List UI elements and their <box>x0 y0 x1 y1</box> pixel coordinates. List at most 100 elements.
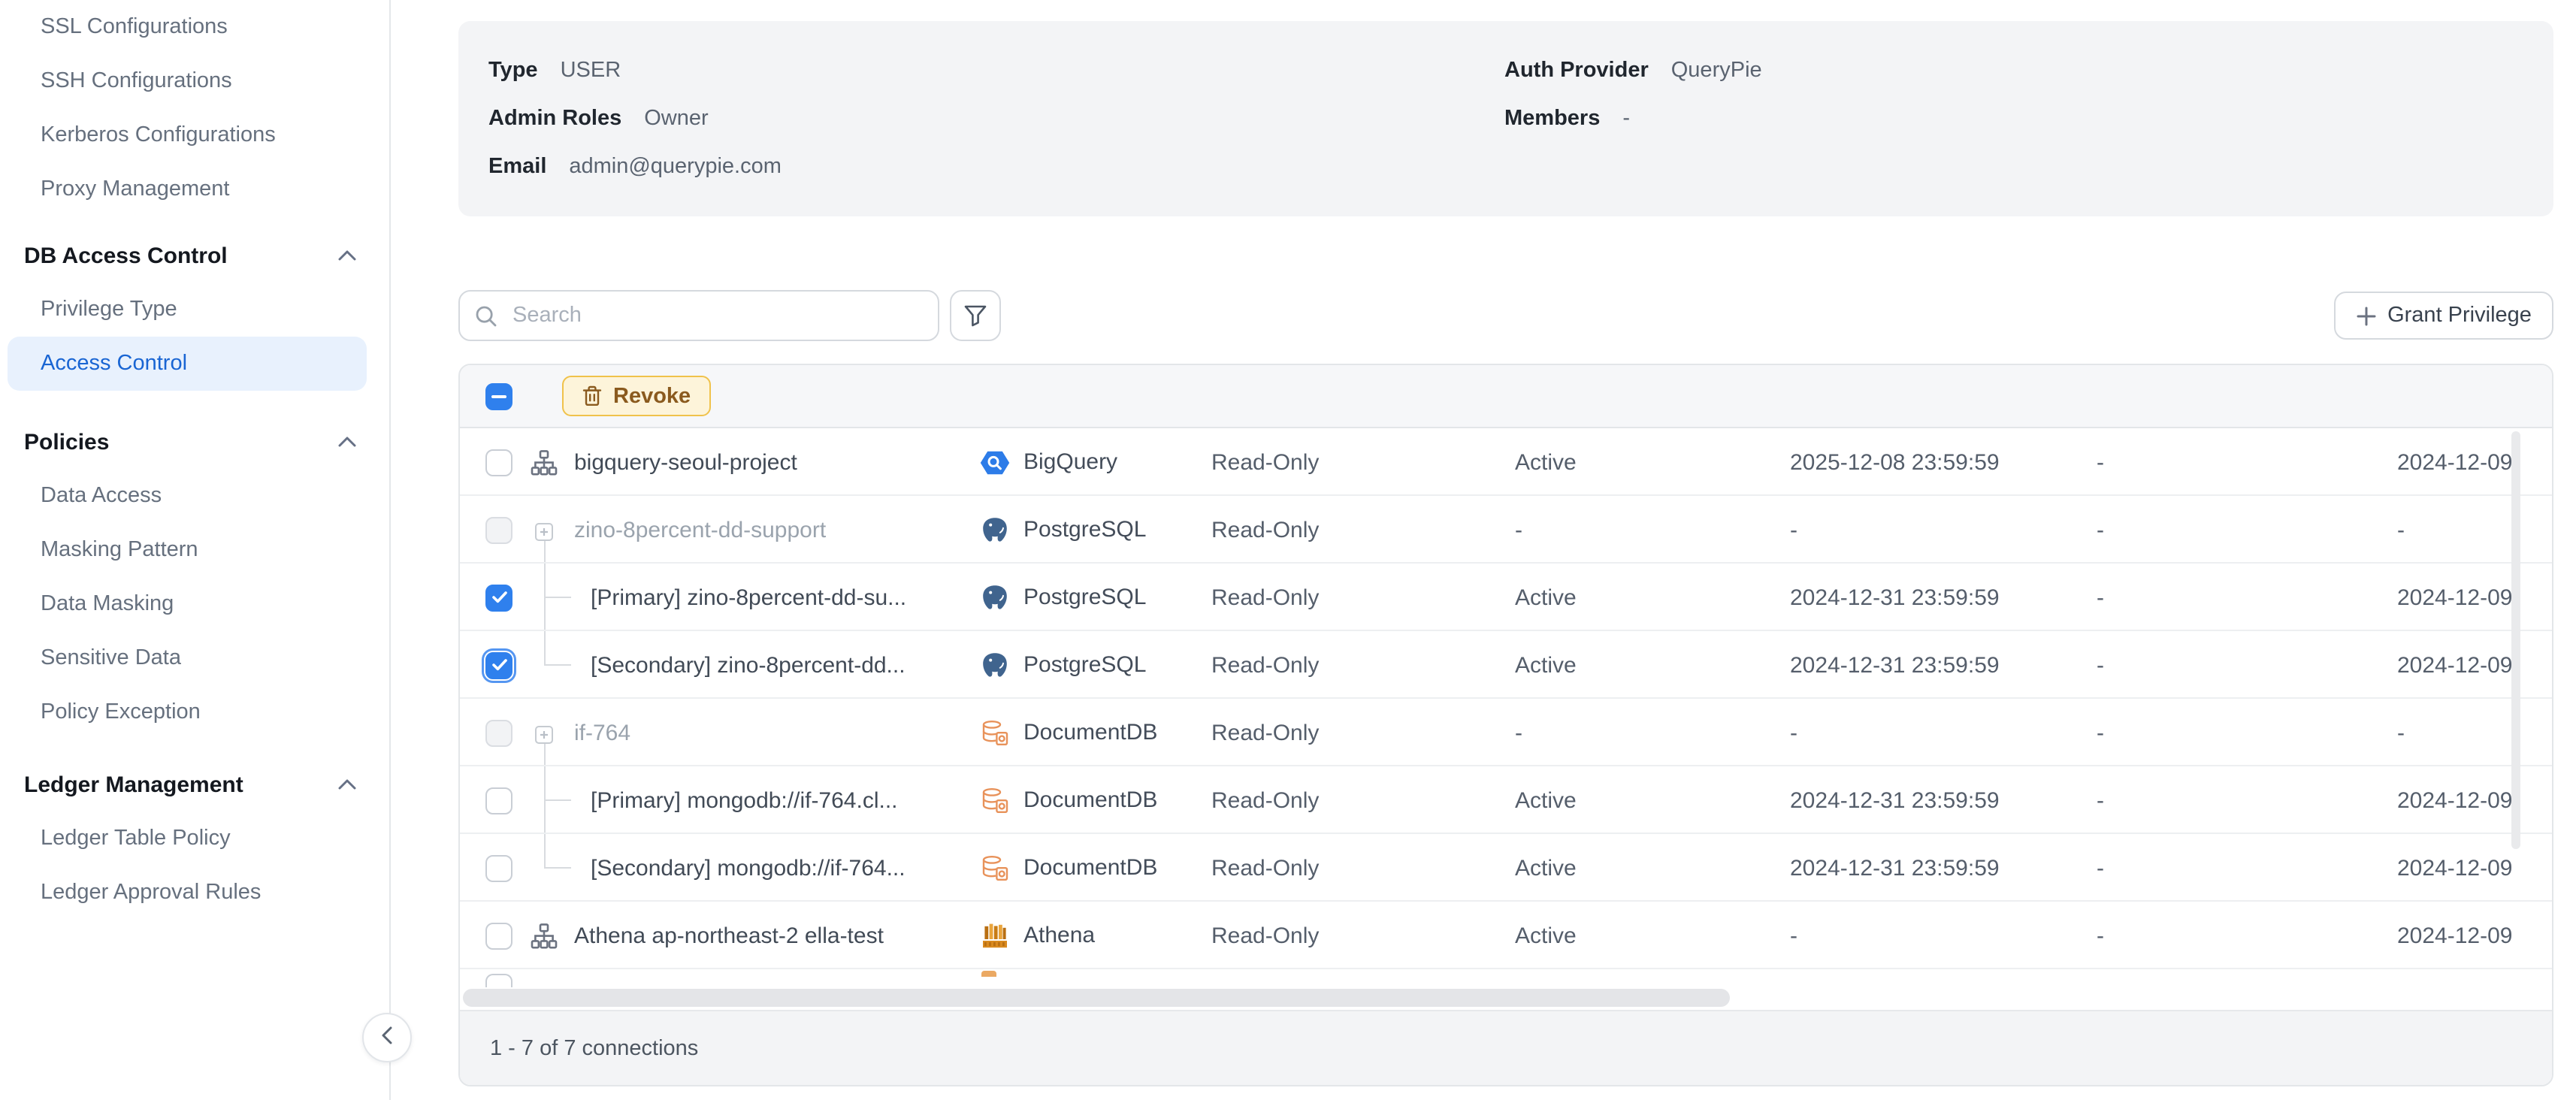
sidebar-item-access-control[interactable]: Access Control <box>8 337 367 391</box>
db-type-label: PostgreSQL <box>1023 652 1146 678</box>
db-type-label: DocumentDB <box>1023 787 1157 813</box>
valid-until: - <box>1790 517 1797 542</box>
sidebar-nav: SSL Configurations SSH Configurations Ke… <box>0 0 391 1100</box>
row-checkbox[interactable] <box>485 922 512 949</box>
sidebar-collapse-button[interactable] <box>362 1013 412 1062</box>
row-checkbox[interactable] <box>485 787 512 814</box>
valid-until: - <box>1790 923 1797 948</box>
postgresql-icon <box>980 515 1010 545</box>
sidebar-item-ledger-approval-rules[interactable]: Ledger Approval Rules <box>0 866 389 920</box>
hierarchy-icon <box>531 449 558 476</box>
field-label: Type <box>488 59 538 83</box>
connection-name: zino-8percent-dd-support <box>574 517 826 542</box>
bigquery-icon <box>980 447 1010 477</box>
sidebar-section-db-access-control[interactable]: DB Access Control <box>0 228 389 283</box>
sidebar-item-privilege-type[interactable]: Privilege Type <box>0 283 389 337</box>
sidebar-item-ssh-configurations[interactable]: SSH Configurations <box>0 54 389 108</box>
granted-date: - <box>2397 517 2405 542</box>
db-type: Athena <box>980 920 1095 950</box>
db-type: PostgreSQL <box>980 650 1146 680</box>
field-type: Type USER <box>488 47 782 95</box>
tree-line <box>544 631 546 664</box>
db-type-label: PostgreSQL <box>1023 585 1146 610</box>
field-email: Email admin@querypie.com <box>488 143 782 191</box>
extra-value: - <box>2097 449 2104 475</box>
sidebar-section-policies[interactable]: Policies <box>0 415 389 469</box>
tree-line <box>544 597 571 598</box>
sidebar-item-masking-pattern[interactable]: Masking Pattern <box>0 523 389 577</box>
tree-line <box>544 799 571 801</box>
chevron-left-icon <box>380 1024 394 1051</box>
db-type-label: BigQuery <box>1023 449 1117 475</box>
access-control-page: SSL Configurations SSH Configurations Ke… <box>0 0 2576 1100</box>
connection-name: bigquery-seoul-project <box>574 449 797 475</box>
pagination-summary: 1 - 7 of 7 connections <box>490 1036 698 1060</box>
documentdb-icon <box>980 718 1010 748</box>
privilege: Read-Only <box>1211 585 1319 610</box>
connection-name: Athena ap-northeast-2 ella-test <box>574 923 884 948</box>
athena-icon <box>980 920 1010 950</box>
grant-privilege-button[interactable]: Grant Privilege <box>2334 292 2553 340</box>
row-checkbox <box>485 974 512 989</box>
plus-icon <box>2356 306 2375 325</box>
connections-table: Revoke bigquery-seoul-project BigQuery R… <box>458 364 2553 1086</box>
connection-name: [Primary] zino-8percent-dd-su... <box>591 585 906 610</box>
sidebar-item-sensitive-data[interactable]: Sensitive Data <box>0 631 389 685</box>
sidebar-section-ledger-management[interactable]: Ledger Management <box>0 757 389 811</box>
select-all-checkbox[interactable] <box>485 382 512 409</box>
sidebar-item-data-masking[interactable]: Data Masking <box>0 577 389 631</box>
tree-line <box>544 539 546 564</box>
chevron-up-icon <box>338 778 356 790</box>
horizontal-scrollbar-thumb[interactable] <box>463 989 1730 1007</box>
extra-value: - <box>2097 923 2104 948</box>
privilege: Read-Only <box>1211 517 1319 542</box>
row-checkbox[interactable] <box>485 651 512 678</box>
tree-line <box>544 867 571 869</box>
status: Active <box>1515 652 1577 678</box>
section-title: DB Access Control <box>24 243 228 268</box>
hierarchy-icon <box>531 922 558 949</box>
sidebar-item-data-access[interactable]: Data Access <box>0 469 389 523</box>
extra-value: - <box>2097 855 2104 881</box>
revoke-label: Revoke <box>613 384 691 408</box>
tree-line <box>544 664 571 666</box>
db-type-label: DocumentDB <box>1023 720 1157 745</box>
documentdb-icon <box>980 853 1010 883</box>
revoke-button[interactable]: Revoke <box>562 376 710 416</box>
db-type: PostgreSQL <box>980 582 1146 612</box>
valid-until: - <box>1790 720 1797 745</box>
valid-until: 2024-12-31 23:59:59 <box>1790 652 2000 678</box>
row-checkbox <box>485 516 512 543</box>
db-type: DocumentDB <box>980 853 1157 883</box>
extra-value: - <box>2097 787 2104 813</box>
field-value: USER <box>561 59 621 83</box>
field-members: Members - <box>1504 95 1762 143</box>
field-value: Owner <box>644 107 708 131</box>
row-checkbox[interactable] <box>485 584 512 611</box>
connection-name: if-764 <box>574 720 630 745</box>
sidebar-item-policy-exception[interactable]: Policy Exception <box>0 685 389 739</box>
vertical-scrollbar-thumb[interactable] <box>2511 431 2520 849</box>
expand-icon[interactable] <box>535 521 553 539</box>
filter-button[interactable] <box>950 290 1001 341</box>
table-row: [Primary] zino-8percent-dd-su... Postgre… <box>460 564 2552 631</box>
sidebar-item-kerberos-configurations[interactable]: Kerberos Configurations <box>0 108 389 162</box>
field-label: Members <box>1504 107 1600 131</box>
sidebar-item-ledger-table-policy[interactable]: Ledger Table Policy <box>0 811 389 866</box>
sidebar-item-proxy-management[interactable]: Proxy Management <box>0 162 389 216</box>
expand-icon[interactable] <box>535 724 553 742</box>
sidebar-item-ssl-configurations[interactable]: SSL Configurations <box>0 0 389 54</box>
search-input[interactable] <box>509 302 923 329</box>
row-checkbox[interactable] <box>485 854 512 881</box>
db-type-label: DocumentDB <box>1023 855 1157 881</box>
granted-date: 2024-12-09 <box>2397 449 2512 475</box>
row-checkbox[interactable] <box>485 449 512 476</box>
valid-until: 2024-12-31 23:59:59 <box>1790 787 2000 813</box>
field-value: - <box>1622 107 1630 131</box>
trash-icon <box>582 385 603 407</box>
table-row: [Secondary] zino-8percent-dd... PostgreS… <box>460 631 2552 699</box>
db-type: DocumentDB <box>980 785 1157 815</box>
privilege: Read-Only <box>1211 449 1319 475</box>
table-row: [Primary] mongodb://if-764.cl... Documen… <box>460 766 2552 834</box>
connection-name: [Secondary] zino-8percent-dd... <box>591 652 906 678</box>
